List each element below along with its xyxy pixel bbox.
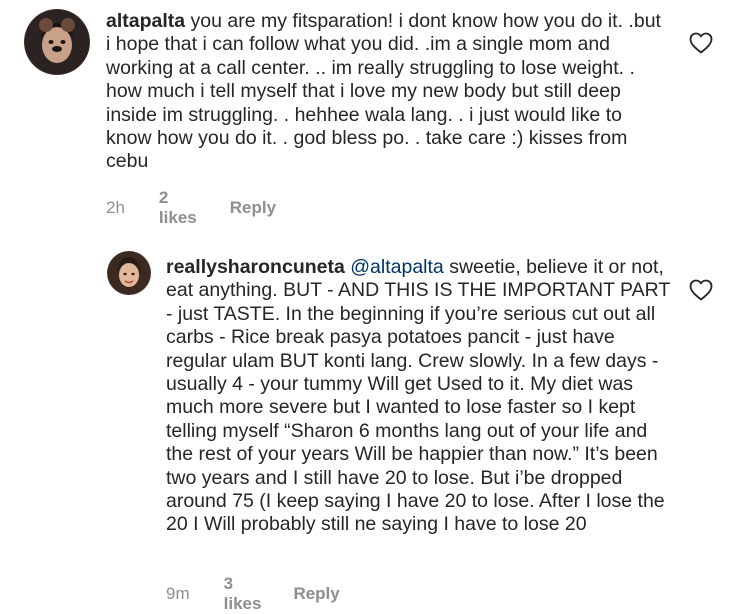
comment-text: altapalta you are my fitsparation! i don… bbox=[106, 10, 666, 174]
like-button[interactable] bbox=[689, 279, 713, 306]
comment-body: you are my fitsparation! i dont know how… bbox=[106, 10, 661, 173]
avatar[interactable] bbox=[107, 251, 151, 295]
user-avatar-icon bbox=[24, 9, 90, 75]
avatar[interactable] bbox=[24, 9, 90, 75]
reply-button[interactable]: Reply bbox=[293, 584, 339, 604]
comment-mention[interactable]: @altapalta bbox=[350, 256, 444, 278]
heart-outline-icon bbox=[689, 32, 713, 54]
comment-meta: 9m 3 likes Reply bbox=[166, 574, 340, 614]
comment-likes[interactable]: 2 likes bbox=[159, 188, 197, 228]
user-avatar-icon bbox=[107, 251, 151, 295]
comment-username[interactable]: altapalta bbox=[106, 10, 185, 32]
comment-likes[interactable]: 3 likes bbox=[224, 574, 262, 614]
reply-button[interactable]: Reply bbox=[230, 198, 276, 218]
heart-outline-icon bbox=[689, 279, 713, 301]
like-button[interactable] bbox=[689, 32, 713, 59]
comment-time: 9m bbox=[166, 584, 190, 603]
comment-body: sweetie, believe it or not, eat anything… bbox=[166, 256, 670, 536]
comment-username[interactable]: reallysharoncuneta bbox=[166, 256, 345, 278]
comment-text: reallysharoncuneta @altapalta sweetie, b… bbox=[166, 256, 671, 537]
comment-meta: 2h 2 likes Reply bbox=[106, 188, 276, 228]
comment-time: 2h bbox=[106, 198, 125, 217]
